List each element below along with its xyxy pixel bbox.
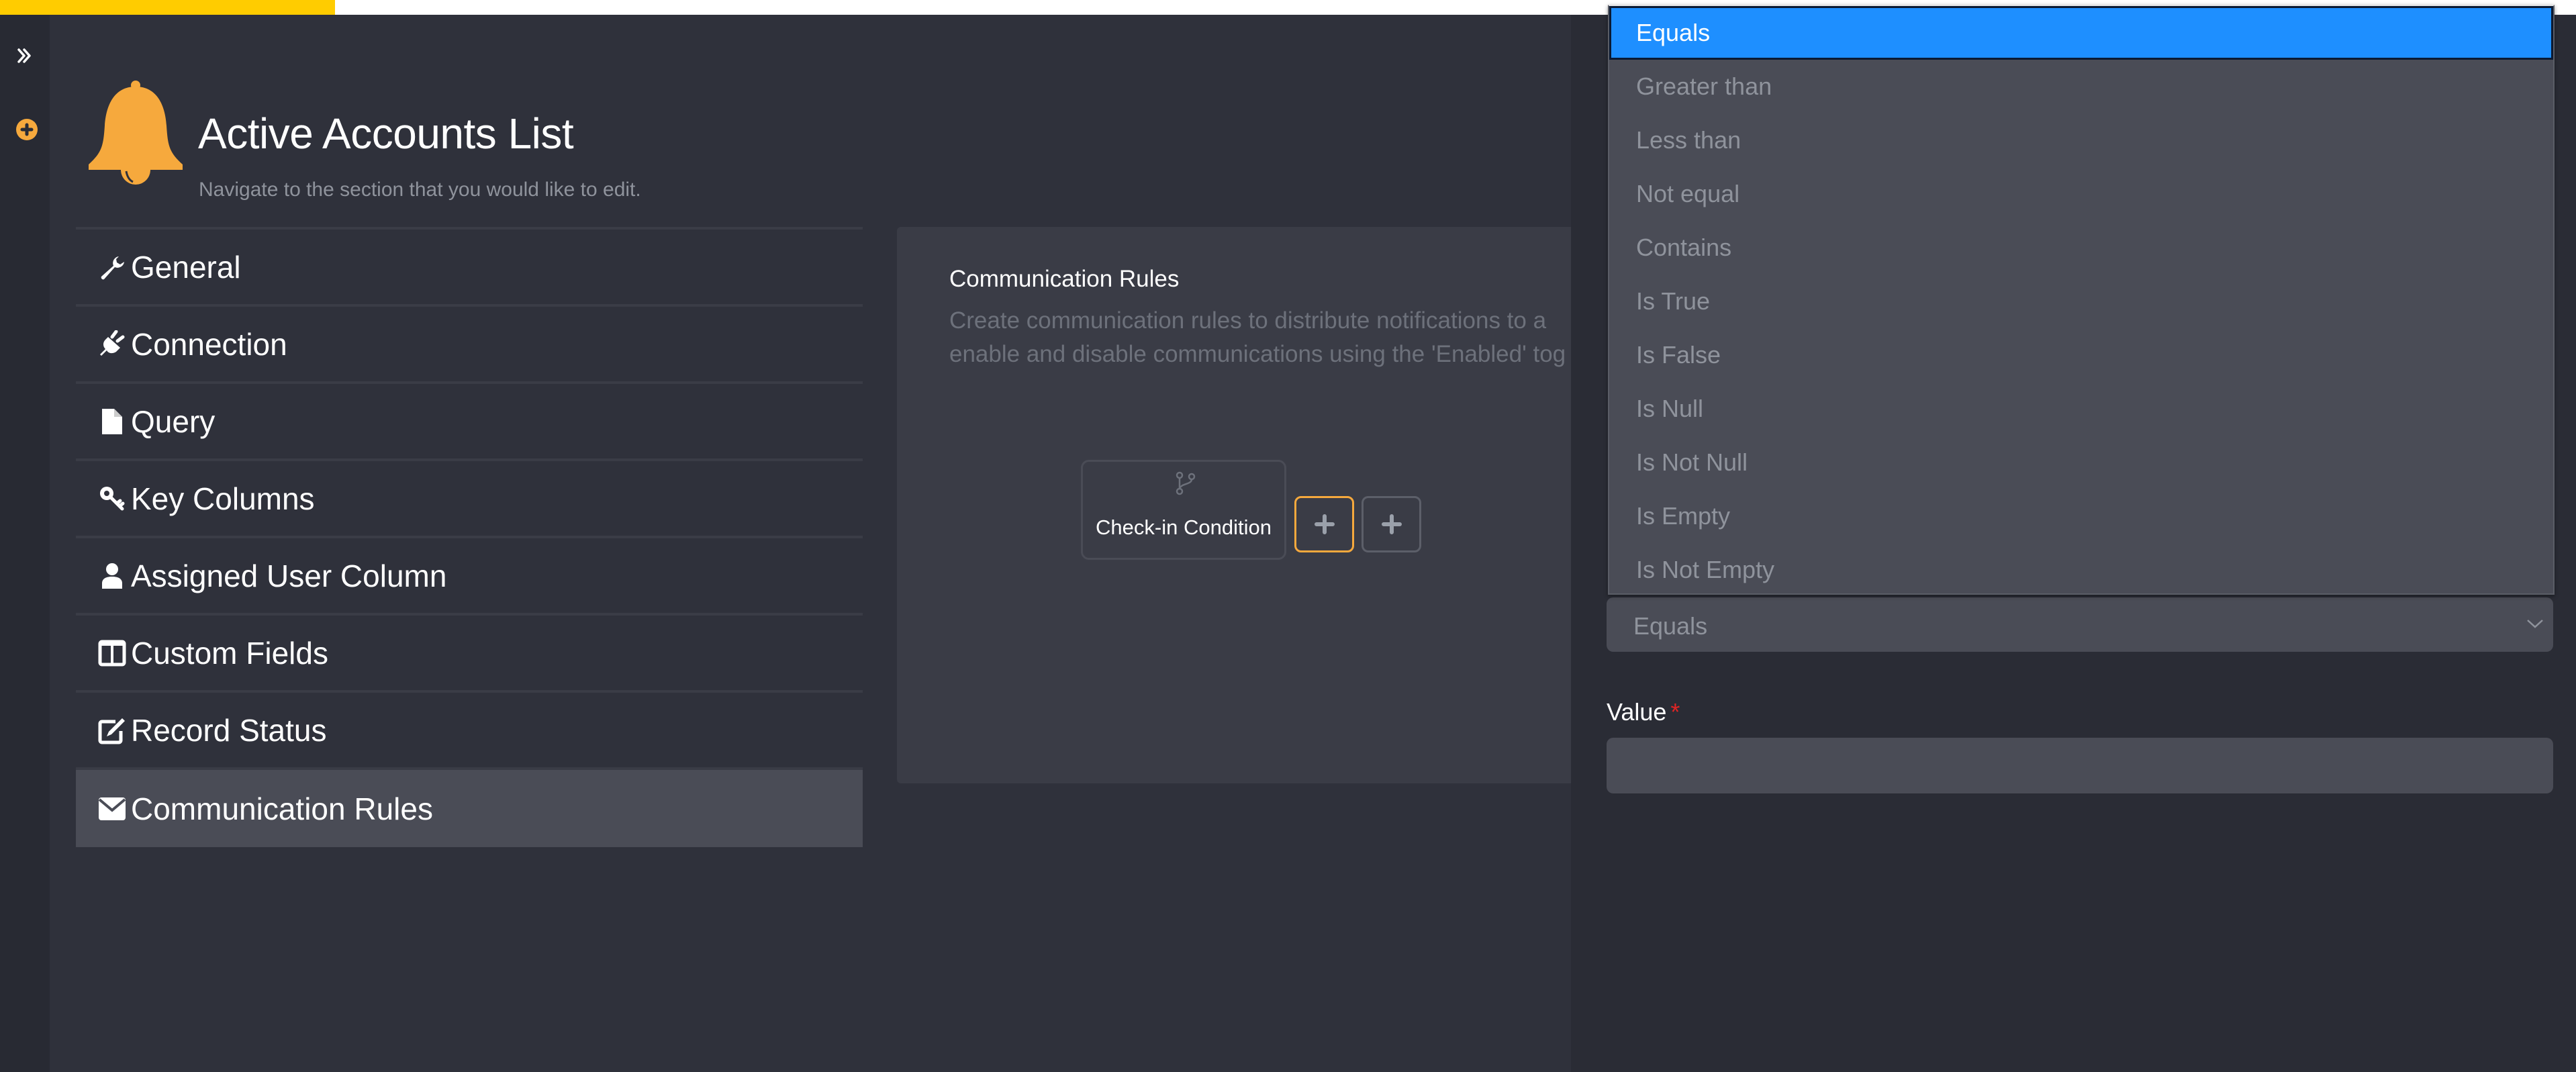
- dropdown-option-is-empty[interactable]: Is Empty: [1609, 489, 2553, 543]
- dropdown-option-greater-than[interactable]: Greater than: [1609, 60, 2553, 113]
- expand-sidebar-button[interactable]: [15, 46, 35, 66]
- nav-item-label: Custom Fields: [131, 635, 328, 671]
- value-field-label: Value *: [1607, 698, 1680, 726]
- user-icon: [97, 561, 127, 591]
- nav-item-label: Assigned User Column: [131, 558, 447, 593]
- dropdown-option-is-false[interactable]: Is False: [1609, 328, 2553, 382]
- key-icon: [97, 483, 127, 514]
- add-button[interactable]: [16, 119, 38, 140]
- dropdown-option-equals[interactable]: Equals: [1609, 6, 2553, 60]
- panel-title: Communication Rules: [949, 266, 1180, 292]
- wrench-icon: [97, 252, 127, 283]
- nav-item-label: Query: [131, 403, 216, 439]
- panel-description: Create communication rules to distribute…: [949, 304, 1571, 371]
- page-title: Active Accounts List: [198, 109, 574, 158]
- operator-select[interactable]: Equals: [1607, 597, 2553, 652]
- operator-select-value: Equals: [1633, 612, 1708, 640]
- nav-item-label: General: [131, 249, 241, 285]
- dropdown-option-contains[interactable]: Contains: [1609, 221, 2553, 275]
- dropdown-option-is-not-null[interactable]: Is Not Null: [1609, 436, 2553, 489]
- dropdown-option-is-true[interactable]: Is True: [1609, 275, 2553, 328]
- communication-rules-panel: Communication Rules Create communication…: [897, 227, 1571, 783]
- double-chevron-right-icon: [17, 48, 31, 63]
- nav-item-connection[interactable]: Connection: [76, 307, 863, 384]
- plus-icon: [1314, 514, 1335, 534]
- nav-item-label: Record Status: [131, 712, 327, 748]
- nav-item-label: Communication Rules: [131, 791, 433, 826]
- dropdown-option-is-not-empty[interactable]: Is Not Empty: [1609, 543, 2553, 597]
- value-label-text: Value: [1607, 698, 1667, 726]
- main-area: Active Accounts List Navigate to the sec…: [50, 15, 1571, 1072]
- panel-description-line: Create communication rules to distribute…: [949, 307, 1547, 334]
- nav-item-assigned-user-column[interactable]: Assigned User Column: [76, 538, 863, 616]
- nav-item-custom-fields[interactable]: Custom Fields: [76, 616, 863, 693]
- nav-item-communication-rules[interactable]: Communication Rules: [76, 770, 863, 847]
- section-nav: General Connection Query Key Columns Ass…: [76, 227, 863, 847]
- dropdown-option-less-than[interactable]: Less than: [1609, 113, 2553, 167]
- file-icon: [97, 406, 127, 437]
- envelope-icon: [97, 793, 127, 824]
- nav-item-label: Connection: [131, 326, 287, 362]
- nav-item-key-columns[interactable]: Key Columns: [76, 461, 863, 538]
- page-subtitle: Navigate to the section that you would l…: [199, 179, 641, 201]
- operator-dropdown-list[interactable]: Equals Greater than Less than Not equal Cont…: [1608, 5, 2555, 595]
- code-branch-icon: [1176, 471, 1196, 495]
- required-marker: *: [1670, 698, 1680, 726]
- add-condition-button[interactable]: [1294, 496, 1354, 552]
- plug-icon: [97, 329, 127, 360]
- dropdown-option-not-equal[interactable]: Not equal: [1609, 167, 2553, 221]
- plus-icon: [1381, 514, 1402, 534]
- side-rail: [0, 15, 50, 1072]
- nav-item-label: Key Columns: [131, 481, 315, 516]
- nav-item-general[interactable]: General: [76, 230, 863, 307]
- rule-node-check-in-condition[interactable]: Check-in Condition: [1081, 460, 1286, 560]
- nav-item-record-status[interactable]: Record Status: [76, 693, 863, 770]
- columns-icon: [97, 638, 127, 669]
- plus-circle-icon: [20, 123, 34, 136]
- bell-icon: [89, 81, 183, 185]
- nav-item-query[interactable]: Query: [76, 384, 863, 461]
- dropdown-option-is-null[interactable]: Is Null: [1609, 382, 2553, 436]
- chevron-down-icon: [2527, 620, 2543, 628]
- loading-progress-bar: [0, 0, 335, 15]
- add-action-button[interactable]: [1362, 496, 1421, 552]
- panel-description-line: enable and disable communications using …: [949, 341, 1566, 367]
- edit-icon: [97, 715, 127, 746]
- rule-node-label: Check-in Condition: [1096, 516, 1272, 539]
- value-input[interactable]: [1607, 738, 2553, 793]
